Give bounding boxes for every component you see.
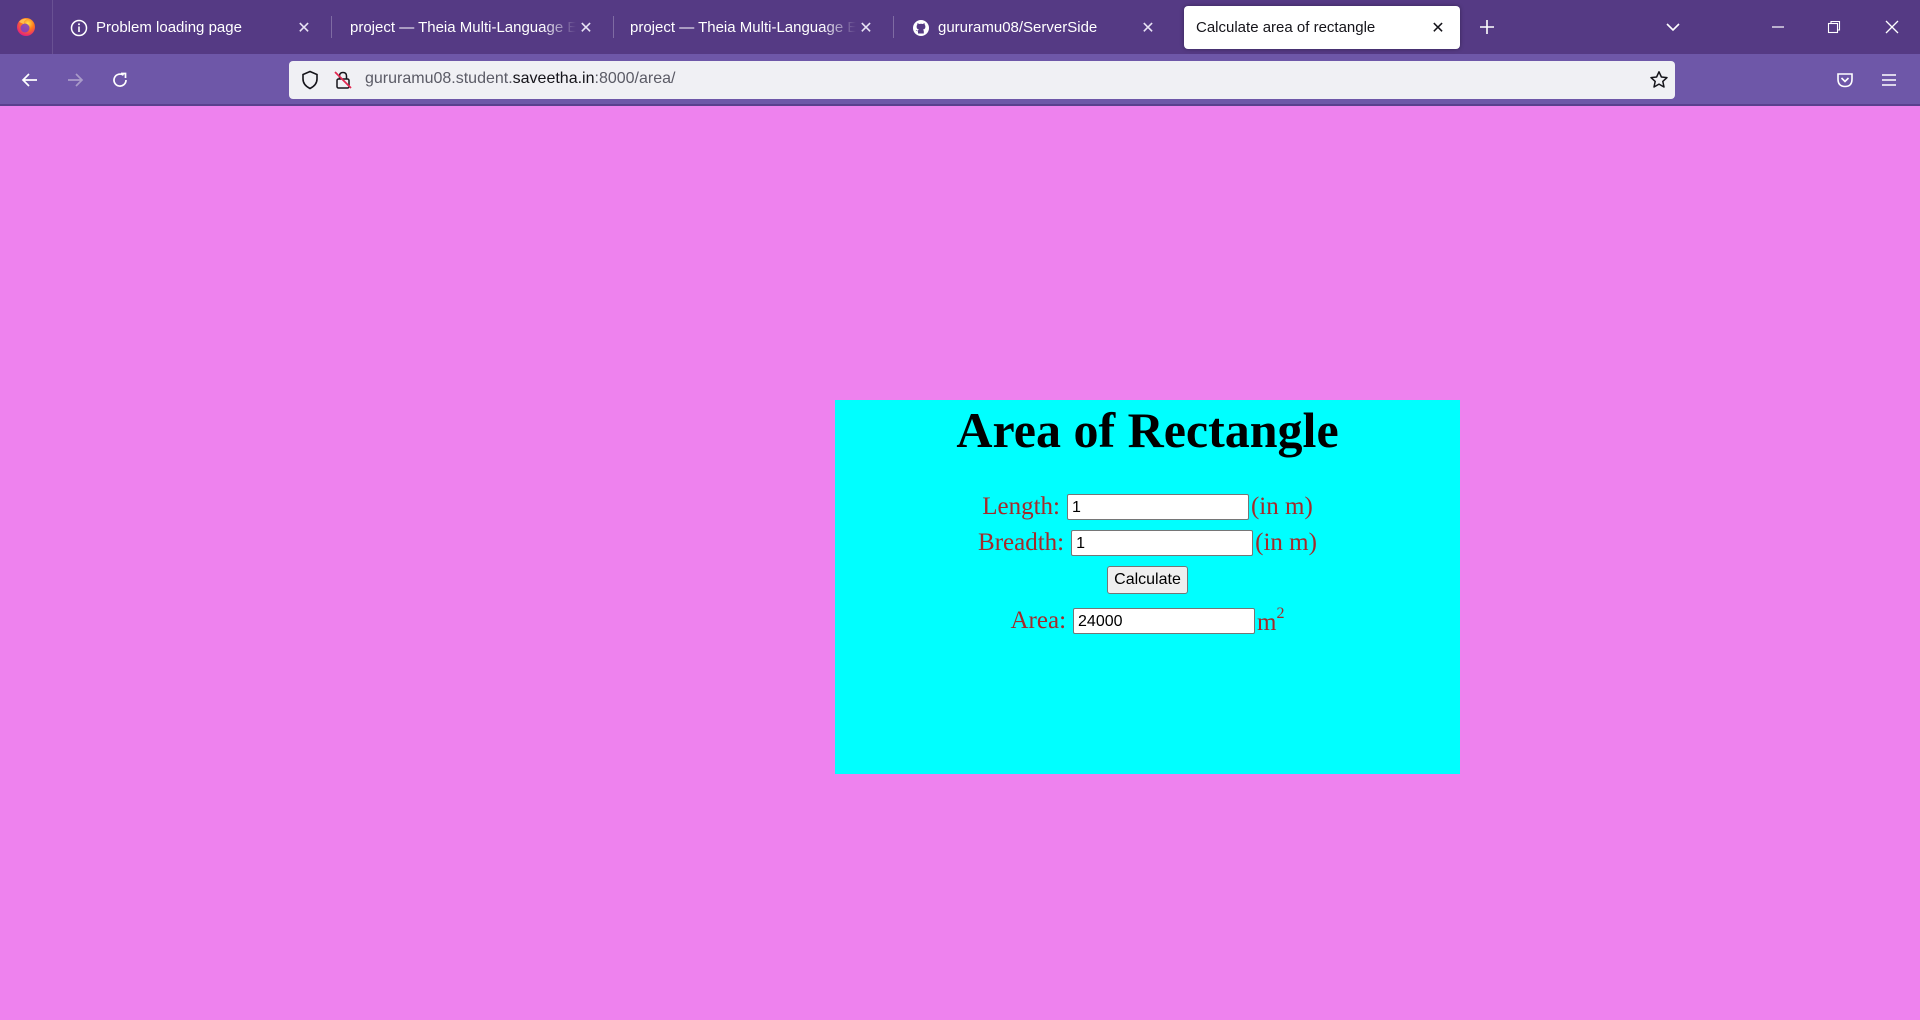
info-icon bbox=[70, 19, 88, 36]
arrow-left-icon bbox=[21, 73, 37, 87]
area-unit-exponent: 2 bbox=[1276, 605, 1285, 622]
tab-title: Calculate area of rectangle bbox=[1196, 19, 1376, 36]
area-calculator-card: Area of Rectangle Length: 1 (in m) Bread… bbox=[835, 400, 1460, 774]
bookmark-star-icon[interactable] bbox=[1649, 70, 1669, 90]
firefox-logo-icon bbox=[17, 18, 35, 36]
length-row: Length: 1 (in m) bbox=[835, 493, 1460, 521]
close-icon bbox=[1885, 20, 1899, 34]
tab-title: gururamu08/ServerSide bbox=[938, 19, 1098, 36]
breadth-unit: (in m) bbox=[1255, 529, 1317, 556]
breadth-input[interactable]: 1 bbox=[1071, 530, 1254, 556]
tab-close-icon[interactable]: ✕ bbox=[294, 18, 314, 38]
tab-theia-2[interactable]: project — Theia Multi-Language Ex ✕ bbox=[618, 6, 888, 49]
list-all-tabs-button[interactable] bbox=[1656, 0, 1690, 54]
tab-title: project — Theia Multi-Language Ex bbox=[350, 19, 576, 36]
tab-bar: Problem loading page ✕ project — Theia M… bbox=[0, 0, 1920, 54]
close-window-button[interactable] bbox=[1870, 0, 1914, 54]
length-unit: (in m) bbox=[1250, 493, 1313, 520]
url-domain: saveetha.in bbox=[512, 70, 595, 87]
area-unit: m2 bbox=[1257, 605, 1284, 637]
url-suffix: :8000/area/ bbox=[594, 70, 676, 87]
area-label: Area: bbox=[1010, 607, 1067, 634]
calculate-button[interactable]: Calculate bbox=[1107, 566, 1188, 594]
reload-icon bbox=[113, 72, 127, 87]
breadth-row: Breadth: 1 (in m) bbox=[835, 529, 1460, 557]
breadth-label: Breadth: bbox=[978, 529, 1065, 556]
url-bar[interactable]: gururamu08.student.saveetha.in:8000/area… bbox=[289, 61, 1675, 99]
tab-close-icon[interactable]: ✕ bbox=[576, 18, 596, 38]
restore-icon bbox=[1827, 20, 1841, 34]
tab-github[interactable]: gururamu08/ServerSide ✕ bbox=[900, 6, 1170, 49]
back-button[interactable] bbox=[12, 62, 48, 98]
arrow-right-icon bbox=[68, 73, 84, 87]
pocket-icon bbox=[1837, 73, 1853, 88]
tab-title: project — Theia Multi-Language Ex bbox=[630, 19, 856, 36]
tab-separator bbox=[893, 16, 894, 38]
tracking-protection-shield-icon[interactable] bbox=[300, 70, 320, 90]
area-output[interactable]: 24000 bbox=[1073, 608, 1256, 634]
new-tab-button[interactable] bbox=[1470, 0, 1504, 54]
app-menu-button[interactable] bbox=[1871, 62, 1907, 98]
minimize-icon bbox=[1772, 26, 1784, 28]
pocket-button[interactable] bbox=[1827, 62, 1863, 98]
tab-close-icon[interactable]: ✕ bbox=[1138, 18, 1158, 38]
tab-close-icon[interactable]: ✕ bbox=[1428, 18, 1448, 38]
minimize-button[interactable] bbox=[1756, 0, 1800, 54]
area-row: Area: 24000 m2 bbox=[835, 605, 1460, 637]
tab-area-calculator[interactable]: Calculate area of rectangle ✕ bbox=[1184, 6, 1460, 49]
restore-button[interactable] bbox=[1812, 0, 1856, 54]
url-prefix: gururamu08.student. bbox=[365, 70, 513, 87]
tab-title: Problem loading page bbox=[96, 19, 242, 36]
area-unit-base: m bbox=[1257, 609, 1277, 636]
chevron-down-icon bbox=[1666, 23, 1680, 32]
tab-close-icon[interactable]: ✕ bbox=[856, 18, 876, 38]
github-icon bbox=[913, 19, 929, 36]
url-text[interactable]: gururamu08.student.saveetha.in:8000/area… bbox=[365, 70, 675, 88]
length-label: Length: bbox=[982, 493, 1060, 520]
tab-separator bbox=[331, 16, 332, 38]
plus-icon bbox=[1480, 20, 1494, 34]
tab-theia-1[interactable]: project — Theia Multi-Language Ex ✕ bbox=[338, 6, 608, 49]
calculate-row: Calculate bbox=[835, 566, 1460, 594]
page-title: Area of Rectangle bbox=[956, 402, 1339, 458]
tab-problem-loading[interactable]: Problem loading page ✕ bbox=[58, 6, 326, 49]
hamburger-menu-icon bbox=[1882, 74, 1896, 86]
insecure-connection-lock-icon[interactable] bbox=[333, 70, 353, 90]
firefox-menu-button[interactable] bbox=[0, 0, 53, 54]
tab-separator bbox=[613, 16, 614, 38]
reload-button[interactable] bbox=[102, 62, 138, 98]
navigation-toolbar: gururamu08.student.saveetha.in:8000/area… bbox=[0, 54, 1920, 106]
length-input[interactable]: 1 bbox=[1066, 494, 1249, 520]
forward-button[interactable] bbox=[57, 62, 93, 98]
